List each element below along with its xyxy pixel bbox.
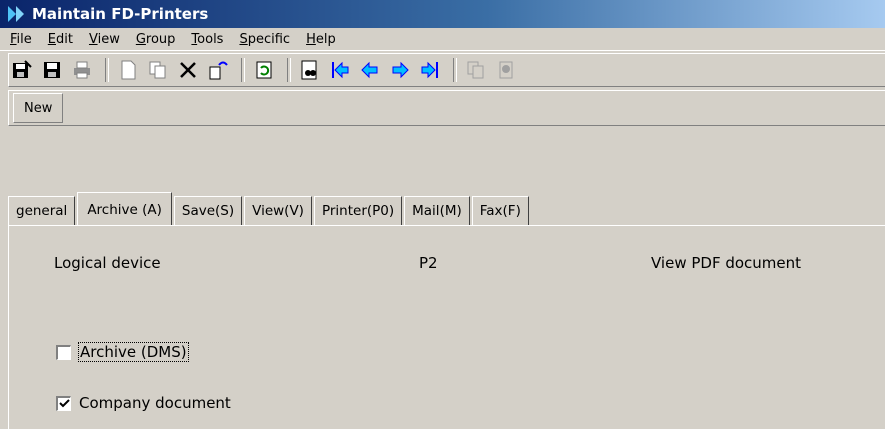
company-document-row[interactable]: Company document (56, 394, 231, 412)
paste-disabled-icon[interactable] (493, 57, 519, 83)
save-icon[interactable] (39, 57, 65, 83)
new-document-icon[interactable] (115, 57, 141, 83)
tab-view[interactable]: View(V) (244, 196, 312, 225)
tab-general[interactable]: general (8, 196, 76, 225)
tab-archive[interactable]: Archive (A) (77, 192, 172, 226)
save-exit-icon[interactable] (9, 57, 35, 83)
last-record-icon[interactable] (417, 57, 443, 83)
company-document-checkbox[interactable] (56, 395, 71, 411)
copy-disabled-icon[interactable] (463, 57, 489, 83)
menu-group[interactable]: Group (130, 32, 182, 47)
print-icon[interactable] (69, 57, 95, 83)
logical-device-label: Logical device (54, 254, 161, 272)
toolbar (8, 53, 885, 87)
menu-bar: File Edit View Group Tools Specific Help (0, 28, 885, 51)
archive-dms-checkbox[interactable] (56, 344, 71, 360)
archive-dms-row[interactable]: Archive (DMS) (56, 342, 189, 362)
tab-strip: general Archive (A) Save(S) View(V) Prin… (8, 185, 885, 226)
logical-device-value: P2 (419, 254, 438, 272)
new-button[interactable]: New (13, 93, 64, 123)
refresh-icon[interactable] (251, 57, 277, 83)
menu-view[interactable]: View (83, 32, 126, 47)
find-icon[interactable] (297, 57, 323, 83)
app-icon (6, 3, 28, 25)
next-record-icon[interactable] (387, 57, 413, 83)
archive-panel: Logical device P2 View PDF document Arch… (8, 226, 885, 429)
title-bar: Maintain FD-Printers (0, 0, 885, 28)
menu-tools[interactable]: Tools (185, 32, 229, 47)
tab-printer[interactable]: Printer(P0) (313, 196, 403, 225)
toolbar-separator (105, 58, 109, 82)
previous-record-icon[interactable] (357, 57, 383, 83)
copy-icon[interactable] (145, 57, 171, 83)
menu-edit[interactable]: Edit (42, 32, 79, 47)
toolbar-separator (287, 58, 291, 82)
company-document-label: Company document (79, 394, 231, 412)
tab-fax[interactable]: Fax(F) (471, 196, 529, 225)
undo-edit-icon[interactable] (205, 57, 231, 83)
menu-specific[interactable]: Specific (233, 32, 296, 47)
tab-mail[interactable]: Mail(M) (404, 196, 470, 225)
first-record-icon[interactable] (327, 57, 353, 83)
toolbar-separator (453, 58, 457, 82)
menu-help[interactable]: Help (300, 32, 342, 47)
tab-save[interactable]: Save(S) (173, 196, 243, 225)
toolbar-separator (241, 58, 245, 82)
window-title: Maintain FD-Printers (32, 5, 209, 23)
menu-file[interactable]: File (4, 32, 38, 47)
archive-dms-label: Archive (DMS) (78, 342, 189, 362)
delete-icon[interactable] (175, 57, 201, 83)
new-bar: New (8, 90, 885, 126)
check-mark-icon (58, 399, 70, 408)
view-pdf-label: View PDF document (651, 254, 802, 272)
